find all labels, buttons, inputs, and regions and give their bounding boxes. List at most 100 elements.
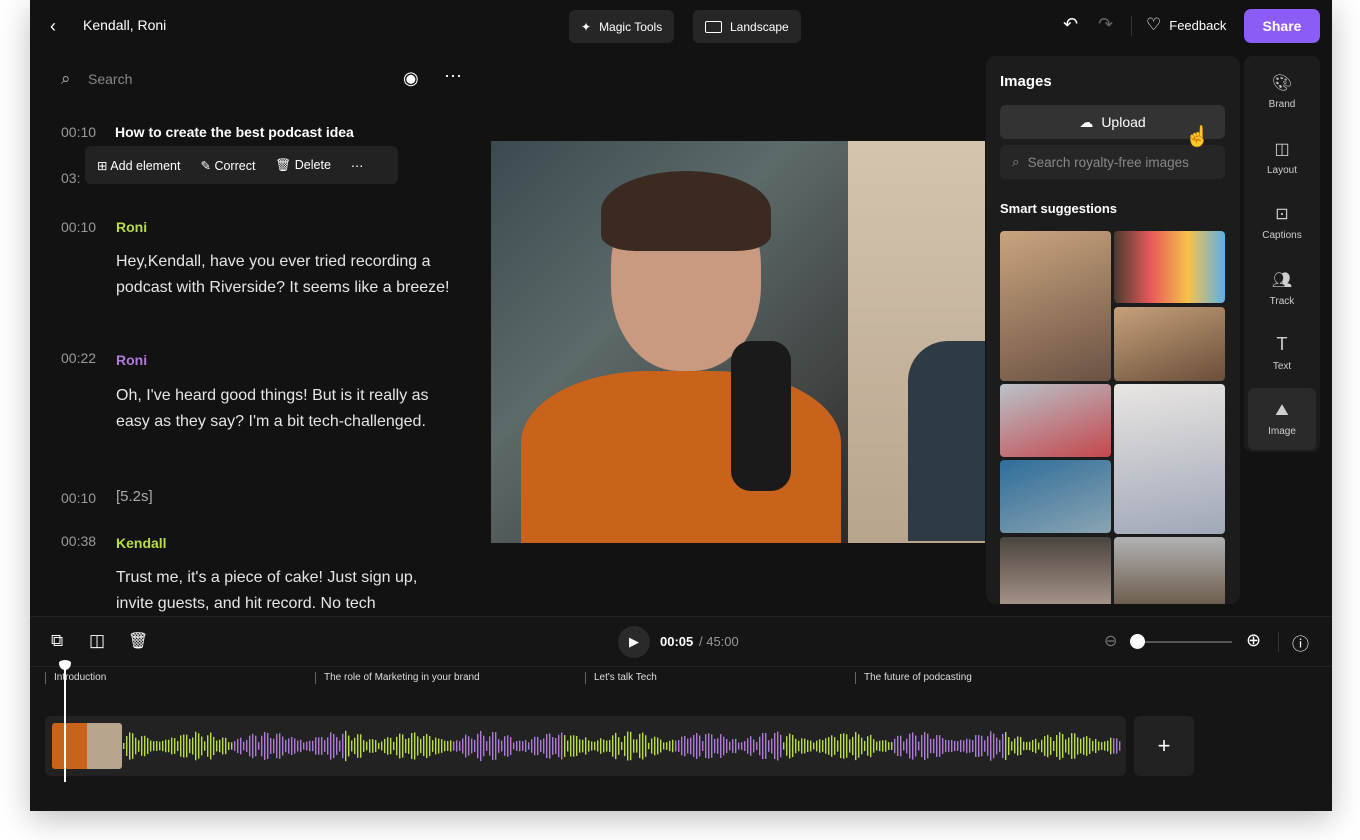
- rail-image[interactable]: ⛰︎Image: [1248, 388, 1316, 450]
- current-time: 00:05: [660, 634, 693, 649]
- suggestion-image[interactable]: [1000, 460, 1111, 533]
- rail-label: Image: [1268, 426, 1296, 437]
- waveform-bar: [630, 732, 631, 760]
- waveform-bar: [642, 733, 643, 760]
- waveform-bar: [819, 739, 820, 752]
- transcript-text[interactable]: Trust me, it's a piece of cake! Just sig…: [116, 565, 456, 615]
- chapter-marker[interactable]: Introduction: [45, 672, 106, 684]
- waveform-bar: [813, 743, 814, 750]
- back-icon[interactable]: ‹: [50, 16, 56, 37]
- add-track-button[interactable]: +: [1134, 716, 1194, 776]
- waveform-bar: [372, 739, 373, 753]
- more-options-icon[interactable]: ⋯: [351, 158, 364, 173]
- waveform-bar: [870, 735, 871, 757]
- timestamp: 03:: [61, 170, 80, 186]
- waveform-bar: [171, 738, 172, 755]
- suggestion-image[interactable]: [1114, 307, 1225, 381]
- waveform-bar: [540, 740, 541, 752]
- speaker-name: Roni: [116, 219, 147, 235]
- waveform-bar: [510, 737, 511, 755]
- waveform-bar: [1065, 739, 1066, 752]
- magic-tools-button[interactable]: ✦Magic Tools: [569, 10, 674, 43]
- waveform-bar: [735, 739, 736, 753]
- waveform-bar: [339, 740, 340, 751]
- suggestion-image[interactable]: [1000, 384, 1111, 457]
- rail-brand[interactable]: 🎨︎Brand: [1248, 60, 1316, 122]
- waveform-bar: [1095, 739, 1096, 753]
- audio-track[interactable]: [45, 716, 1126, 776]
- waveform-bar: [342, 734, 343, 758]
- split-icon[interactable]: ◫: [89, 631, 105, 651]
- correct-button[interactable]: ✎ Correct: [200, 158, 255, 173]
- timestamp: 00:38: [61, 533, 96, 549]
- suggestion-image[interactable]: [1000, 537, 1111, 604]
- waveform-bar: [1119, 741, 1120, 750]
- waveform-bar: [180, 735, 181, 756]
- suggestion-image[interactable]: [1000, 231, 1111, 381]
- rail-text[interactable]: TText: [1248, 322, 1316, 384]
- waveform-bar: [846, 734, 847, 757]
- waveform-bar: [957, 741, 958, 751]
- waveform-bar: [399, 734, 400, 759]
- transcript-search-input[interactable]: Search: [88, 71, 132, 87]
- suggestion-image[interactable]: [1114, 231, 1225, 303]
- waveform-bar: [135, 738, 136, 755]
- heart-icon: ♡: [1146, 15, 1161, 35]
- waveform-bar: [1017, 736, 1018, 755]
- waveform-bar: [1086, 736, 1087, 756]
- transcript-text[interactable]: Hey,Kendall, have you ever tried recordi…: [116, 249, 456, 301]
- chapter-marker[interactable]: The role of Marketing in your brand: [315, 672, 480, 684]
- waveform-bar: [747, 738, 748, 753]
- landscape-button[interactable]: Landscape: [693, 10, 801, 43]
- play-button[interactable]: ▶: [618, 626, 650, 658]
- redo-icon[interactable]: ↷: [1098, 14, 1113, 35]
- trash-icon[interactable]: 🗑︎: [128, 631, 148, 651]
- waveform-bar: [993, 734, 994, 759]
- clip-icon[interactable]: ⧉: [51, 631, 63, 651]
- rail-track[interactable]: 👥︎Track: [1248, 257, 1316, 319]
- waveform-bar: [252, 734, 253, 758]
- chapter-marker[interactable]: The future of podcasting: [855, 672, 972, 684]
- more-icon[interactable]: ⋯: [444, 66, 462, 87]
- waveform-bar: [990, 731, 991, 761]
- zoom-out-icon[interactable]: ⊖: [1104, 631, 1117, 651]
- waveform-bar: [792, 735, 793, 757]
- help-icon[interactable]: ⓘ: [1292, 630, 1309, 655]
- waveform-bar: [975, 735, 976, 757]
- waveform-bar: [972, 740, 973, 752]
- transcript-text[interactable]: Oh, I've heard good things! But is it re…: [116, 383, 456, 435]
- sparkle-icon: ✦: [581, 20, 591, 34]
- waveform-bar: [213, 737, 214, 755]
- delete-button[interactable]: 🗑 Delete: [275, 158, 331, 173]
- waveform-bar: [561, 733, 562, 760]
- zoom-in-icon[interactable]: ⊕: [1246, 630, 1261, 651]
- chapter-title[interactable]: How to create the best podcast idea: [115, 124, 354, 140]
- waveform-bar: [777, 731, 778, 760]
- add-element-button[interactable]: ⊞ Add element: [97, 158, 180, 173]
- feedback-button[interactable]: ♡Feedback: [1146, 15, 1226, 35]
- zoom-slider-handle[interactable]: [1130, 634, 1145, 649]
- rail-layout[interactable]: ◫Layout: [1248, 126, 1316, 188]
- zoom-slider[interactable]: [1130, 641, 1232, 643]
- waveform-bar: [780, 735, 781, 757]
- share-button[interactable]: Share: [1244, 9, 1320, 43]
- undo-icon[interactable]: ↶: [1063, 14, 1078, 35]
- image-search-input[interactable]: ⌕Search royalty-free images: [1000, 145, 1225, 179]
- smart-suggestions-title: Smart suggestions: [1000, 201, 1117, 216]
- waveform-bar: [519, 741, 520, 752]
- suggestion-image[interactable]: [1114, 384, 1225, 534]
- rail-captions[interactable]: ⊡Captions: [1248, 191, 1316, 253]
- video-preview[interactable]: [491, 141, 985, 543]
- waveform-bar: [1053, 741, 1054, 751]
- eye-icon[interactable]: ◉: [403, 68, 419, 89]
- playhead[interactable]: [64, 668, 66, 782]
- suggestion-image[interactable]: [1114, 537, 1225, 604]
- waveform-bar: [495, 732, 496, 760]
- waveform-bar: [855, 732, 856, 760]
- chapter-marker[interactable]: Let's talk Tech: [585, 672, 657, 684]
- waveform-bar: [330, 732, 331, 759]
- waveform-bar: [849, 739, 850, 752]
- pause-marker[interactable]: [5.2s]: [116, 488, 153, 505]
- track-thumbnail: [52, 723, 122, 769]
- waveform-bar: [852, 737, 853, 755]
